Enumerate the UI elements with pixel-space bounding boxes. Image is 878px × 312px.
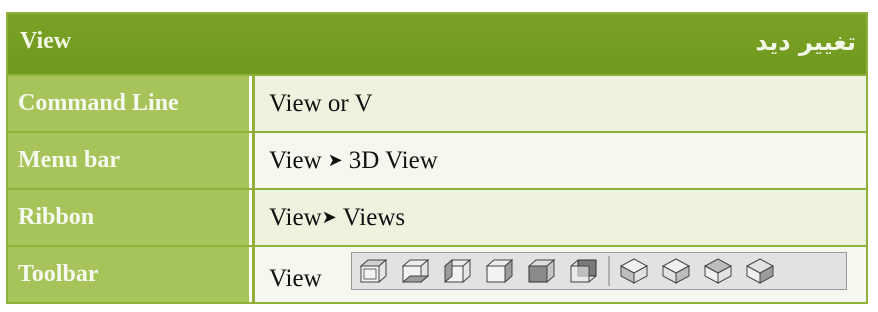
ribbon-path-part: View — [269, 204, 322, 231]
ne-isometric-icon — [700, 256, 736, 286]
table-row-ribbon: Ribbon View➤ Views — [8, 190, 866, 245]
table-row-command-line: Command Line View or V — [8, 76, 866, 131]
toolbar-prefix: View — [269, 265, 322, 292]
row-value: View or V — [255, 76, 866, 131]
table-header: View تغییر دید — [8, 14, 866, 74]
header-title-english: View — [20, 28, 72, 54]
view-toolbar-image — [351, 252, 847, 290]
menu-path-part: View — [269, 147, 322, 174]
top-view-icon — [356, 256, 392, 286]
row-value: View ➤ 3D View — [255, 133, 866, 188]
view-command-table: View تغییر دید Command Line View or V Me… — [6, 12, 868, 304]
header-title-persian: تغییر دید — [755, 28, 856, 56]
row-label: Menu bar — [8, 133, 252, 188]
ribbon-path-part: Views — [342, 204, 406, 231]
toolbar-separator — [608, 256, 610, 286]
bottom-view-icon — [398, 256, 434, 286]
row-value: View — [255, 247, 866, 302]
left-view-icon — [440, 256, 476, 286]
back-view-icon — [566, 256, 602, 286]
row-label: Ribbon — [8, 190, 252, 245]
front-view-icon — [524, 256, 560, 286]
arrow-right-icon: ➤ — [327, 150, 343, 170]
table-row-toolbar: Toolbar View — [8, 247, 866, 302]
right-view-icon — [482, 256, 518, 286]
se-isometric-icon — [658, 256, 694, 286]
menu-path-part: 3D View — [348, 147, 438, 174]
arrow-right-icon: ➤ — [321, 207, 337, 227]
nw-isometric-icon — [742, 256, 778, 286]
row-value: View➤ Views — [255, 190, 866, 245]
row-label: Toolbar — [8, 247, 252, 302]
row-label: Command Line — [8, 76, 252, 131]
sw-isometric-icon — [616, 256, 652, 286]
table-row-menu-bar: Menu bar View ➤ 3D View — [8, 133, 866, 188]
